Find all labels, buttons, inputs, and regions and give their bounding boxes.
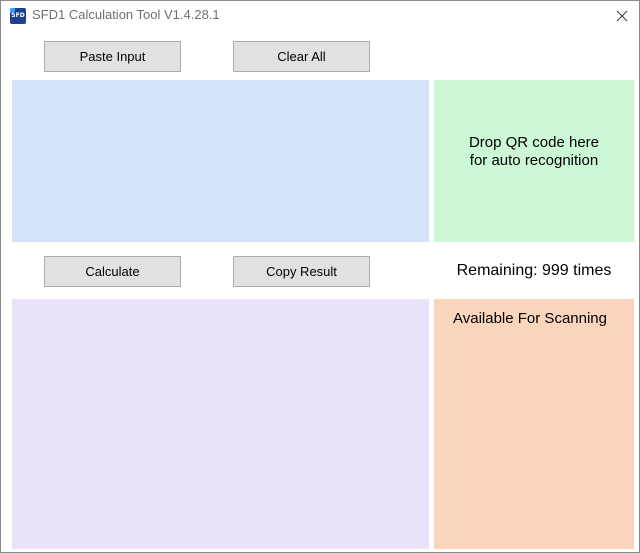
copy-result-button[interactable]: Copy Result	[233, 256, 370, 287]
close-button[interactable]	[609, 5, 635, 27]
calculate-button[interactable]: Calculate	[44, 256, 181, 287]
title-bar[interactable]: SFD SFD1 Calculation Tool V1.4.28.1	[1, 1, 639, 32]
qr-drop-zone[interactable]: Drop QR code here for auto recognition	[434, 80, 634, 242]
close-icon	[616, 10, 628, 22]
app-icon-text: SFD	[11, 12, 25, 19]
scan-status-label: Available For Scanning	[453, 310, 607, 327]
main-window: SFD SFD1 Calculation Tool V1.4.28.1 Past…	[0, 0, 640, 553]
result-text-area[interactable]	[12, 299, 429, 549]
qr-drop-hint-line2: for auto recognition	[469, 152, 599, 169]
input-text-area[interactable]	[12, 80, 429, 242]
paste-input-button[interactable]: Paste Input	[44, 41, 181, 72]
window-title: SFD1 Calculation Tool V1.4.28.1	[32, 7, 220, 22]
app-icon: SFD	[10, 8, 26, 24]
qr-drop-hint-line1: Drop QR code here	[468, 134, 600, 151]
remaining-count-label: Remaining: 999 times	[456, 262, 612, 279]
qr-drop-hint: Drop QR code here for auto recognition	[434, 134, 634, 170]
scan-status-panel: Available For Scanning	[434, 299, 634, 549]
clear-all-button[interactable]: Clear All	[233, 41, 370, 72]
